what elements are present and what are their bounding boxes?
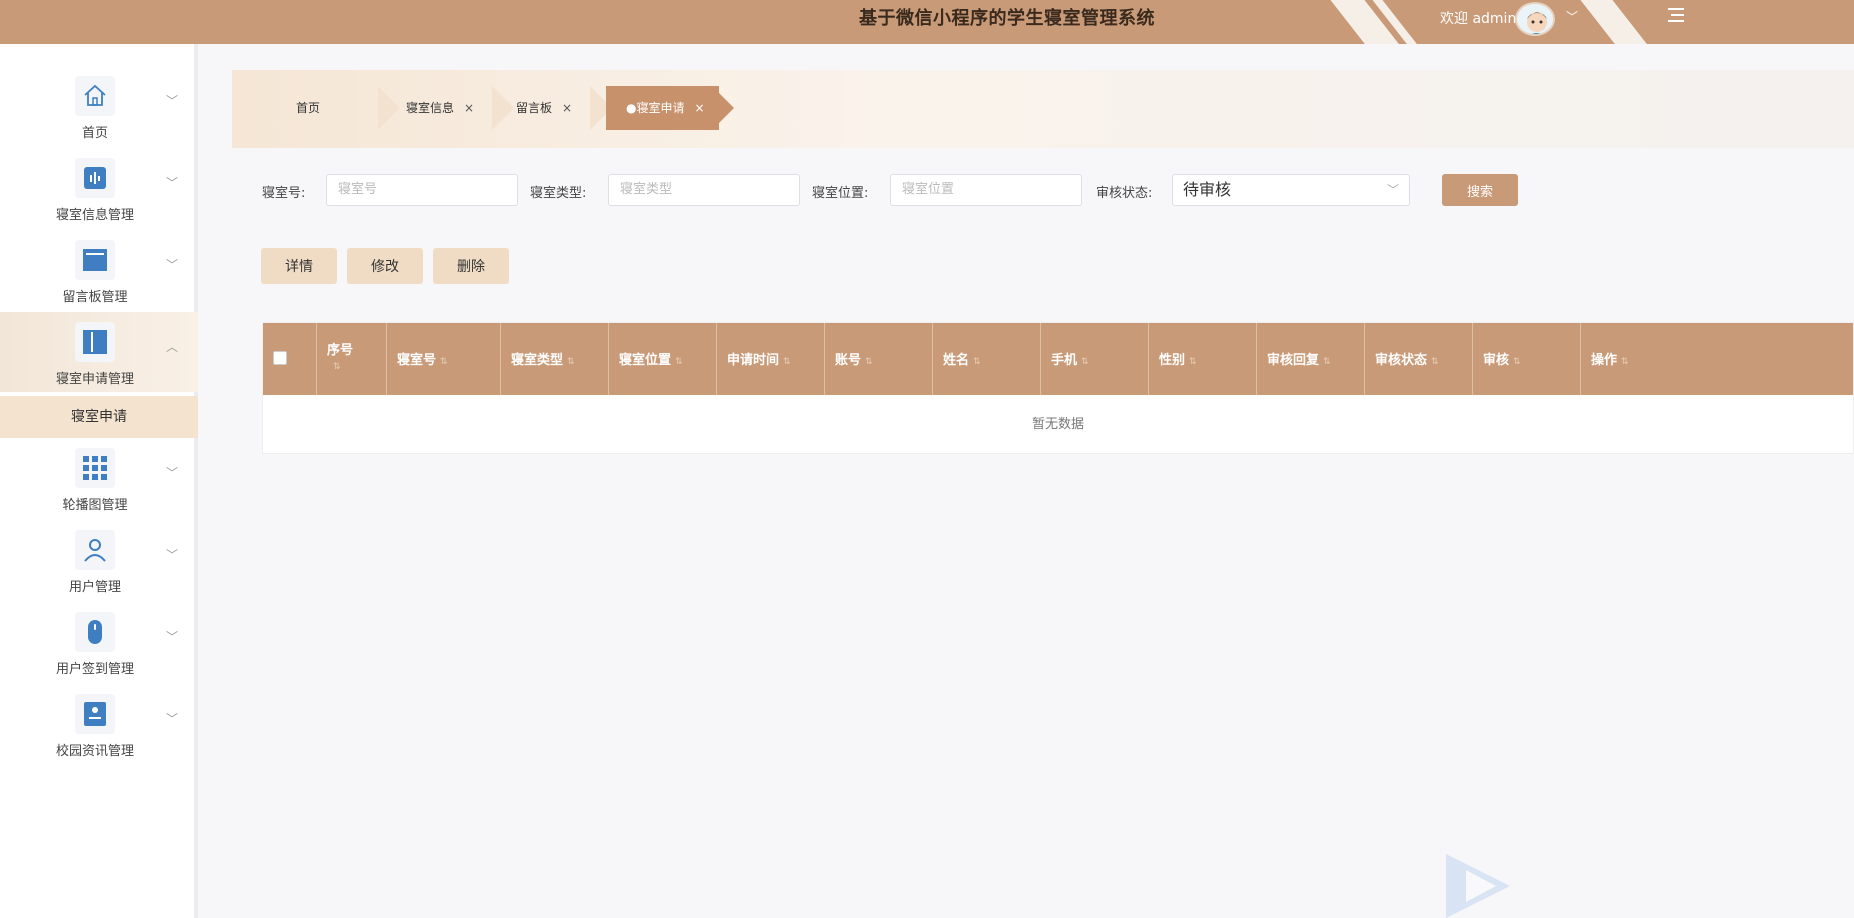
room-location-label: 寝室位置: [812, 186, 869, 201]
table-header: 序号 ⇅ 寝室号 ⇅ 寝室类型 ⇅ 寝室位置 ⇅ 申请时间 ⇅ 账号 ⇅ 姓名 ⇅ 手机 ⇅ 性… [263, 323, 1853, 395]
sidebar-item-users[interactable]: 用户管理 ﹀ [0, 520, 198, 600]
room-type-label: 寝室类型: [530, 186, 587, 201]
select-all-cell [263, 323, 317, 395]
mouse-icon [88, 620, 102, 644]
close-icon[interactable]: × [562, 101, 572, 115]
home-icon [84, 84, 106, 106]
select-all-checkbox[interactable] [273, 351, 287, 365]
sidebar-item-label: 轮播图管理 [62, 498, 128, 513]
tab-room-info[interactable]: 寝室信息 × [406, 86, 474, 130]
status-select[interactable]: 待审核 ﹀ [1172, 174, 1410, 206]
tab-room-application[interactable]: ●寝室申请 × [606, 86, 719, 130]
room-type-input[interactable]: 寝室类型 [608, 174, 800, 206]
sidebar-item-home[interactable]: 首页 ﹀ [0, 66, 198, 146]
chevron-down-icon: ﹀ [166, 548, 179, 562]
sidebar: 首页 ﹀ 寝室信息管理 ﹀ 留言板管理 ﹀ 寝室申请管理 ︿ 寝室申请 轮播图管… [0, 44, 198, 918]
top-header: 基于微信小程序的学生寝室管理系统 欢迎 admin ﹀ [0, 0, 1854, 44]
sidebar-item-campus-news[interactable]: 校园资讯管理 ﹀ [0, 684, 198, 764]
column-header[interactable]: 申请时间 ⇅ [717, 323, 825, 395]
board-icon [83, 249, 107, 271]
sidebar-item-user-checkin[interactable]: 用户签到管理 ﹀ [0, 602, 198, 682]
play-icon [1446, 854, 1510, 918]
search-button[interactable]: 搜索 [1442, 174, 1518, 206]
column-header[interactable]: 操作 ⇅ [1581, 323, 1853, 395]
sidebar-item-room-info[interactable]: 寝室信息管理 ﹀ [0, 148, 198, 228]
detail-button[interactable]: 详情 [261, 248, 337, 284]
column-header[interactable]: 寝室类型 ⇅ [501, 323, 609, 395]
user-icon [84, 539, 106, 562]
chevron-down-icon: ﹀ [166, 176, 179, 190]
search-form: 寝室号: 寝室号 寝室类型: 寝室类型 寝室位置: 寝室位置 审核状态: 待审核… [232, 164, 1854, 224]
chevron-down-icon: ﹀ [166, 712, 179, 726]
tab-message-board[interactable]: 留言板 × [516, 86, 572, 130]
tab-arrow [712, 86, 734, 130]
column-header[interactable]: 账号 ⇅ [825, 323, 933, 395]
chevron-down-icon: ﹀ [166, 258, 179, 272]
room-location-input[interactable]: 寝室位置 [890, 174, 1082, 206]
sidebar-subitem-room-application[interactable]: 寝室申请 [0, 396, 198, 438]
column-header[interactable]: 性别 ⇅ [1149, 323, 1257, 395]
sidebar-item-label: 寝室信息管理 [55, 208, 134, 223]
grid-icon [83, 456, 107, 480]
panel-icon [83, 330, 107, 354]
column-header[interactable]: 审核回复 ⇅ [1257, 323, 1365, 395]
status-label: 审核状态: [1096, 186, 1153, 201]
close-icon[interactable]: × [464, 101, 474, 115]
chart-icon [84, 167, 106, 189]
column-header[interactable]: 序号 ⇅ [317, 323, 387, 395]
column-header[interactable]: 寝室号 ⇅ [387, 323, 501, 395]
sidebar-item-label: 留言板管理 [62, 290, 128, 305]
column-header[interactable]: 寝室位置 ⇅ [609, 323, 717, 395]
avatar[interactable] [1515, 2, 1555, 36]
chevron-up-icon: ︿ [166, 340, 179, 354]
tab-home[interactable]: 首页 [296, 86, 320, 130]
breadcrumb: 首页 寝室信息 × 留言板 × ●寝室申请 × [232, 70, 1854, 148]
welcome-text: 欢迎 admin [1440, 11, 1517, 27]
sidebar-item-room-application[interactable]: 寝室申请管理 ︿ [0, 312, 198, 392]
chevron-down-icon: ﹀ [1386, 183, 1399, 197]
edit-button[interactable]: 修改 [347, 248, 423, 284]
delete-button[interactable]: 删除 [433, 248, 509, 284]
sidebar-item-message-board[interactable]: 留言板管理 ﹀ [0, 230, 198, 310]
tab-arrow [378, 86, 400, 130]
room-no-label: 寝室号: [262, 186, 306, 201]
chevron-down-icon: ﹀ [166, 466, 179, 480]
column-header[interactable]: 手机 ⇅ [1041, 323, 1149, 395]
sidebar-item-label: 寝室申请管理 [55, 372, 134, 387]
column-header[interactable]: 审核 ⇅ [1473, 323, 1581, 395]
column-header[interactable]: 姓名 ⇅ [933, 323, 1041, 395]
tab-arrow [492, 86, 514, 130]
data-table: 序号 ⇅ 寝室号 ⇅ 寝室类型 ⇅ 寝室位置 ⇅ 申请时间 ⇅ 账号 ⇅ 姓名 ⇅ 手机 ⇅ 性… [262, 322, 1854, 454]
close-icon[interactable]: × [694, 101, 704, 115]
sidebar-item-label: 用户签到管理 [55, 662, 134, 677]
sidebar-item-label: 用户管理 [68, 580, 121, 595]
chevron-down-icon[interactable]: ﹀ [1566, 8, 1578, 25]
empty-state: 暂无数据 [1031, 417, 1084, 432]
watermark-logo [1440, 850, 1840, 918]
sidebar-item-label: 校园资讯管理 [55, 744, 134, 759]
column-header[interactable]: 审核状态 ⇅ [1365, 323, 1473, 395]
id-card-icon [84, 702, 106, 726]
menu-icon[interactable] [1666, 4, 1688, 26]
chevron-down-icon: ﹀ [166, 630, 179, 644]
sidebar-item-carousel[interactable]: 轮播图管理 ﹀ [0, 438, 198, 518]
room-no-input[interactable]: 寝室号 [326, 174, 518, 206]
chevron-down-icon: ﹀ [166, 94, 179, 108]
sidebar-item-label: 首页 [81, 126, 108, 141]
